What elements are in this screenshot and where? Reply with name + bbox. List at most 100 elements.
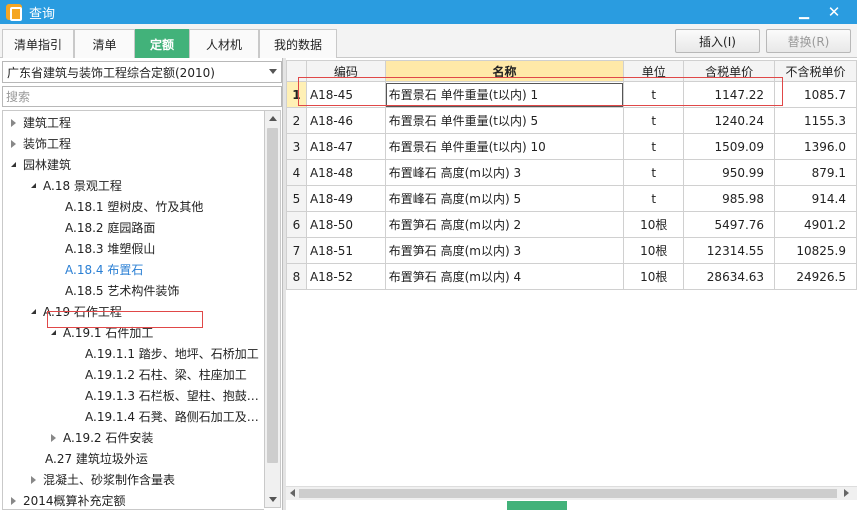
tree-item[interactable]: A.18.5 艺术构件装饰 (65, 280, 179, 301)
cell-code[interactable]: A18-50 (305, 211, 386, 238)
tree-item[interactable]: 2014概算补充定额 (9, 490, 126, 509)
cell-tax-price[interactable]: 950.99 (683, 159, 776, 186)
cell-code[interactable]: A18-52 (305, 263, 386, 290)
grid-horizontal-scrollbar[interactable] (286, 486, 857, 500)
tab-quota[interactable]: 定额 (135, 29, 189, 58)
cell-notax-price[interactable]: 1396.0 (774, 133, 857, 160)
tree-item[interactable]: 混凝土、砂浆制作含量表 (29, 469, 175, 490)
tree-item[interactable]: A.27 建筑垃圾外运 (45, 448, 148, 469)
scroll-up-icon[interactable] (265, 111, 280, 126)
scrollbar-thumb[interactable] (299, 489, 837, 498)
quota-grid: 编码 名称 单位 含税单价 不含税单价 1 A18-45 布置景石 单件重量(t… (286, 58, 857, 490)
tree-item[interactable]: A.19.2 石件安装 (49, 427, 153, 448)
expand-icon[interactable] (49, 433, 59, 443)
row-number: 4 (286, 159, 307, 186)
left-panel: 广东省建筑与装饰工程综合定额(2010) 建筑工程 装饰工程 园林建筑 A.18… (0, 58, 283, 510)
cell-name[interactable]: 布置峰石 高度(m以内) 3 (384, 159, 625, 186)
cell-tax-price[interactable]: 12314.55 (683, 237, 776, 264)
cell-tax-price[interactable]: 1509.09 (683, 133, 776, 160)
cell-tax-price[interactable]: 28634.63 (683, 263, 776, 290)
close-button[interactable]: ✕ (820, 0, 848, 24)
row-highlight-box (298, 77, 783, 106)
collapse-icon[interactable] (9, 160, 19, 170)
scrollbar-thumb[interactable] (267, 128, 278, 463)
cell-name[interactable]: 布置笋石 高度(m以内) 3 (384, 237, 625, 264)
insert-button[interactable]: 插入(I) (675, 29, 760, 53)
replace-button[interactable]: 替换(R) (766, 29, 851, 53)
tree-item[interactable]: A.19.1.1 踏步、地坪、石桥加工 (85, 343, 259, 364)
expand-icon[interactable] (9, 118, 19, 128)
cell-name[interactable]: 布置峰石 高度(m以内) 5 (384, 185, 625, 212)
cell-code[interactable]: A18-51 (305, 237, 386, 264)
tree-item[interactable]: A.18 景观工程 (29, 175, 122, 196)
cell-name[interactable]: 布置笋石 高度(m以内) 4 (384, 263, 625, 290)
cell-name[interactable]: 布置景石 单件重量(t以内) 10 (384, 133, 625, 160)
table-row[interactable]: 2 A18-46 布置景石 单件重量(t以内) 5 t 1240.24 1155… (286, 107, 857, 134)
cell-unit[interactable]: t (623, 133, 685, 160)
cell-name[interactable]: 布置笋石 高度(m以内) 2 (384, 211, 625, 238)
cell-notax-price[interactable]: 24926.5 (774, 263, 857, 290)
cell-tax-price[interactable]: 5497.76 (683, 211, 776, 238)
cell-code[interactable]: A18-46 (305, 107, 386, 134)
tree-item[interactable]: A.18.2 庭园路面 (65, 217, 155, 238)
quota-tree: 建筑工程 装饰工程 园林建筑 A.18 景观工程 A.18.1 塑树皮、竹及其他… (2, 110, 264, 510)
chevron-down-icon[interactable] (269, 69, 277, 74)
table-row[interactable]: 5 A18-49 布置峰石 高度(m以内) 5 t 985.98 914.4 (286, 185, 857, 212)
tree-item[interactable]: A.18.3 堆塑假山 (65, 238, 155, 259)
cell-notax-price[interactable]: 879.1 (774, 159, 857, 186)
column-header-notax-price[interactable]: 不含税单价 (774, 60, 857, 82)
cell-unit[interactable]: 10根 (623, 211, 685, 238)
cell-tax-price[interactable]: 985.98 (683, 185, 776, 212)
library-select[interactable]: 广东省建筑与装饰工程综合定额(2010) (2, 61, 282, 83)
tree-item[interactable]: 装饰工程 (9, 133, 71, 154)
selection-highlight-box (47, 311, 203, 328)
scroll-left-icon[interactable] (290, 489, 295, 497)
table-row[interactable]: 6 A18-50 布置笋石 高度(m以内) 2 10根 5497.76 4901… (286, 211, 857, 238)
row-number: 7 (286, 237, 307, 264)
scroll-down-icon[interactable] (265, 492, 280, 507)
tree-item[interactable]: A.19.1.3 石栏板、望柱、抱鼓… (85, 385, 259, 406)
scroll-right-icon[interactable] (844, 489, 849, 497)
tree-item[interactable]: A.19.1.4 石凳、路侧石加工及… (85, 406, 259, 427)
tree-scrollbar[interactable] (264, 110, 281, 508)
cell-unit[interactable]: 10根 (623, 263, 685, 290)
tree-item-selected[interactable]: A.18.4 布置石 (65, 259, 143, 280)
cell-unit[interactable]: t (623, 185, 685, 212)
cell-tax-price[interactable]: 1240.24 (683, 107, 776, 134)
cell-notax-price[interactable]: 4901.2 (774, 211, 857, 238)
cell-unit[interactable]: t (623, 159, 685, 186)
cell-notax-price[interactable]: 914.4 (774, 185, 857, 212)
table-row[interactable]: 8 A18-52 布置笋石 高度(m以内) 4 10根 28634.63 249… (286, 263, 857, 290)
cell-code[interactable]: A18-49 (305, 185, 386, 212)
collapse-icon[interactable] (49, 328, 59, 338)
tab-labor-material-machine[interactable]: 人材机 (189, 29, 259, 58)
tab-bill[interactable]: 清单 (74, 29, 135, 58)
panel-toggle-handle[interactable] (507, 501, 567, 510)
collapse-icon[interactable] (29, 181, 39, 191)
expand-icon[interactable] (9, 496, 19, 506)
cell-unit[interactable]: 10根 (623, 237, 685, 264)
minimize-button[interactable]: ▁ (790, 0, 818, 24)
tree-item[interactable]: 建筑工程 (9, 112, 71, 133)
cell-code[interactable]: A18-47 (305, 133, 386, 160)
expand-icon[interactable] (9, 139, 19, 149)
table-row[interactable]: 7 A18-51 布置笋石 高度(m以内) 3 10根 12314.55 108… (286, 237, 857, 264)
cell-code[interactable]: A18-48 (305, 159, 386, 186)
collapse-icon[interactable] (29, 307, 39, 317)
tab-bar: 清单指引 清单 定额 人材机 我的数据 插入(I) 替换(R) (0, 24, 857, 58)
title-bar: 查询 ▁ ✕ (0, 0, 857, 24)
cell-name[interactable]: 布置景石 单件重量(t以内) 5 (384, 107, 625, 134)
cell-notax-price[interactable]: 10825.9 (774, 237, 857, 264)
tree-item[interactable]: A.18.1 塑树皮、竹及其他 (65, 196, 203, 217)
tab-bill-guide[interactable]: 清单指引 (2, 29, 74, 58)
tree-item[interactable]: 园林建筑 (9, 154, 71, 175)
table-row[interactable]: 4 A18-48 布置峰石 高度(m以内) 3 t 950.99 879.1 (286, 159, 857, 186)
table-row[interactable]: 3 A18-47 布置景石 单件重量(t以内) 10 t 1509.09 139… (286, 133, 857, 160)
tree-item[interactable]: A.19.1.2 石柱、梁、柱座加工 (85, 364, 247, 385)
cell-unit[interactable]: t (623, 107, 685, 134)
cell-notax-price[interactable]: 1085.7 (774, 81, 857, 108)
search-input[interactable] (2, 86, 282, 107)
cell-notax-price[interactable]: 1155.3 (774, 107, 857, 134)
tab-my-data[interactable]: 我的数据 (259, 29, 337, 58)
expand-icon[interactable] (29, 475, 39, 485)
